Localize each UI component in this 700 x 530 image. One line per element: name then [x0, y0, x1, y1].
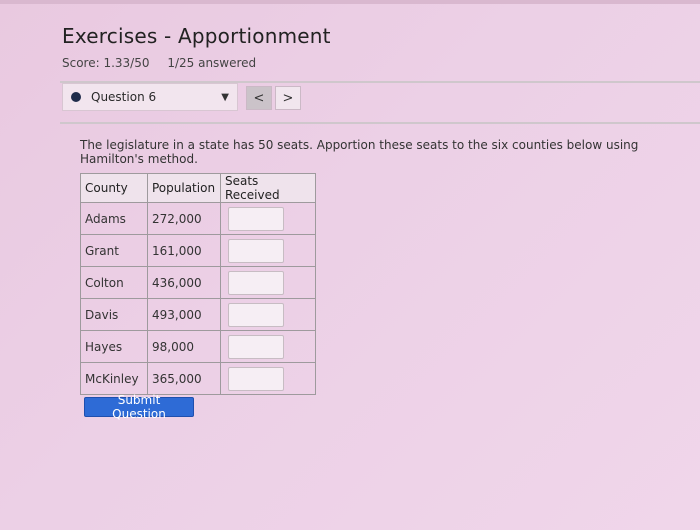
question-content: The legislature in a state has 50 seats.… [80, 138, 680, 166]
header-seats: Seats Received [220, 173, 316, 203]
county-cell: McKinley [80, 362, 148, 395]
next-question-button[interactable]: > [275, 86, 301, 110]
county-cell: Hayes [80, 330, 148, 363]
population-cell: 365,000 [147, 362, 221, 395]
county-cell: Colton [80, 266, 148, 299]
seats-cell [220, 234, 316, 267]
page-title: Exercises - Apportionment [62, 24, 331, 48]
seats-cell [220, 362, 316, 395]
seats-cell [220, 202, 316, 235]
table-row: McKinley 365,000 [80, 362, 316, 395]
seats-input-davis[interactable] [228, 302, 284, 327]
top-edge [0, 0, 700, 4]
header-population: Population [147, 173, 221, 203]
score-text: Score: 1.33/50 [62, 56, 150, 70]
county-cell: Davis [80, 298, 148, 331]
table-header-row: County Population Seats Received [80, 173, 316, 203]
population-cell: 161,000 [147, 234, 221, 267]
answered-text: 1/25 answered [167, 56, 257, 70]
table-row: Hayes 98,000 [80, 330, 316, 363]
county-cell: Adams [80, 202, 148, 235]
seats-input-colton[interactable] [228, 270, 284, 295]
seats-input-hayes[interactable] [228, 334, 284, 359]
previous-question-button[interactable]: < [246, 86, 272, 110]
population-cell: 98,000 [147, 330, 221, 363]
question-instructions: The legislature in a state has 50 seats.… [80, 138, 639, 166]
apportionment-table: County Population Seats Received Adams 2… [80, 173, 316, 395]
table-row: Grant 161,000 [80, 234, 316, 267]
score-line: Score: 1.33/50 1/25 answered [62, 56, 331, 70]
divider-bottom [60, 122, 700, 124]
population-cell: 272,000 [147, 202, 221, 235]
submit-question-button[interactable]: Submit Question [84, 393, 194, 421]
seats-input-mckinley[interactable] [228, 366, 284, 391]
dropdown-arrow-icon: ▼ [221, 91, 229, 103]
page-header: Exercises - Apportionment Score: 1.33/50… [62, 24, 331, 70]
table-row: Davis 493,000 [80, 298, 316, 331]
seats-input-grant[interactable] [228, 238, 284, 263]
chevron-right-icon: > [282, 90, 294, 106]
status-dot-icon [71, 92, 81, 102]
question-select[interactable]: Question 6 ▼ [62, 83, 238, 111]
header-county: County [80, 173, 148, 203]
seats-input-adams[interactable] [228, 206, 284, 231]
seats-cell [220, 298, 316, 331]
population-cell: 436,000 [147, 266, 221, 299]
question-select-label: Question 6 [91, 90, 157, 104]
county-cell: Grant [80, 234, 148, 267]
seats-cell [220, 266, 316, 299]
chevron-left-icon: < [253, 90, 265, 106]
table-row: Colton 436,000 [80, 266, 316, 299]
table-row: Adams 272,000 [80, 202, 316, 235]
population-cell: 493,000 [147, 298, 221, 331]
seats-cell [220, 330, 316, 363]
